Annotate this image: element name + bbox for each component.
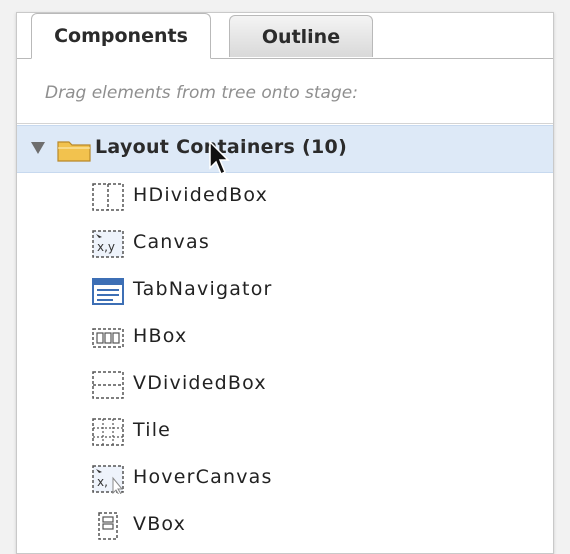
mouse-pointer-icon [209,140,230,176]
tree-group-layout-containers[interactable]: Layout Containers (10) [17,125,553,173]
hovercanvas-icon: x, [92,465,124,494]
tree-item-label: Tile [133,419,172,441]
tree-item-hbox[interactable]: HBox [17,313,553,359]
disclosure-triangle-icon[interactable] [31,142,45,154]
tabnavigator-icon [92,278,124,305]
hbox-icon [92,328,124,348]
tree-item-label: HoverCanvas [133,466,273,488]
tab-outline[interactable]: Outline [229,15,373,57]
drag-hint-text: Drag elements from tree onto stage: [45,83,358,103]
tree-item-label: Canvas [133,231,210,253]
tree-item-label: HBox [133,325,188,347]
tree-item-label: VDividedBox [133,372,267,394]
tree-item-label: HDividedBox [133,184,269,206]
tab-components[interactable]: Components [31,13,211,59]
tree-item-label: VBox [133,513,187,535]
canvas-icon: x,y [92,230,124,258]
tile-icon [92,418,124,446]
tree-item-vdividedbox[interactable]: VDividedBox [17,360,553,406]
tree-item-hovercanvas[interactable]: x, HoverCanvas [17,454,553,500]
tree-item-vbox[interactable]: VBox [17,501,553,547]
vdividedbox-icon [92,371,124,399]
svg-text:x,y: x,y [97,240,115,254]
tree-item-label: TabNavigator [133,278,273,300]
hint-divider [17,123,553,124]
tree-item-tabnavigator[interactable]: TabNavigator [17,266,553,312]
svg-text:x,: x, [97,475,108,489]
tree-item-tile[interactable]: Tile [17,407,553,453]
vbox-icon [98,512,118,540]
components-panel: Components Outline Drag elements from tr… [16,12,554,554]
folder-icon [57,141,91,162]
tree-item-canvas[interactable]: x,y Canvas [17,219,553,265]
tree-item-hdividedbox[interactable]: HDividedBox [17,172,553,218]
hdividedbox-icon [92,183,124,211]
